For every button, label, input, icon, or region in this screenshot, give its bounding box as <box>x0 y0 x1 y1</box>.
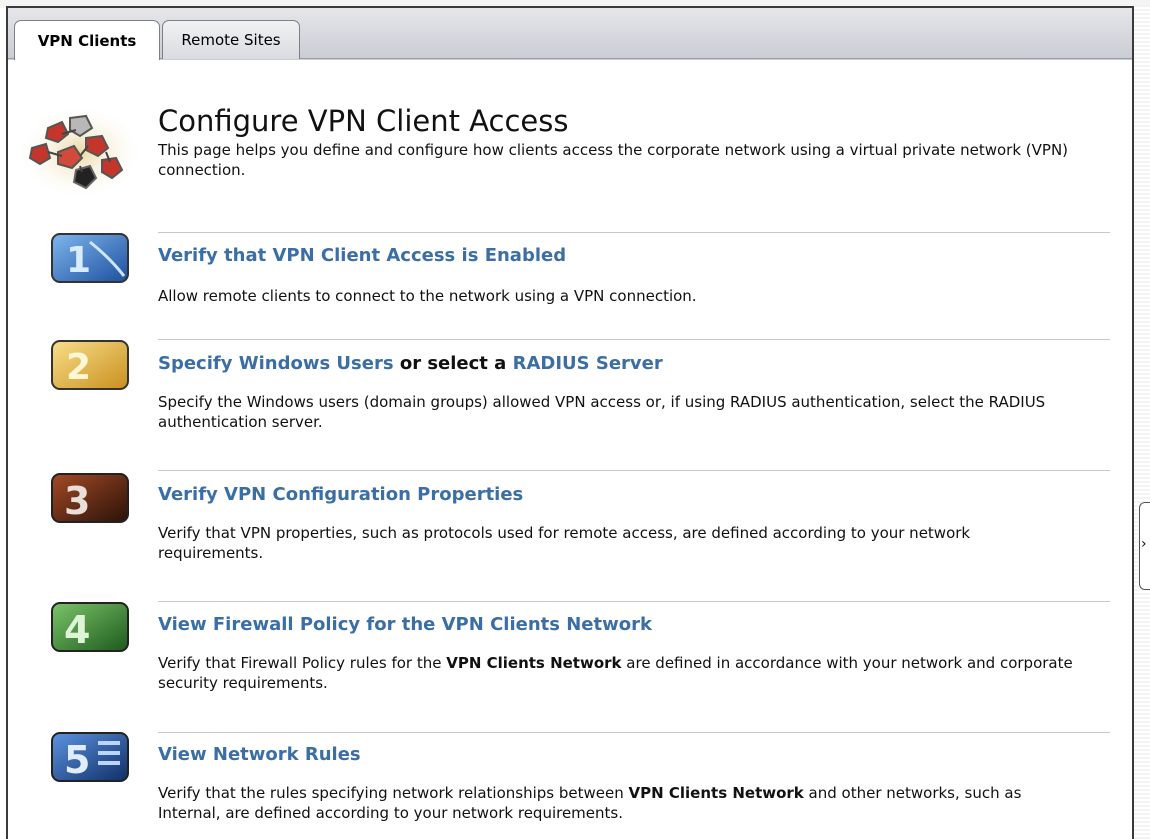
specify-windows-users-link[interactable]: Specify Windows Users <box>158 353 394 374</box>
step-divider <box>158 339 1110 340</box>
side-pane-strip <box>1134 6 1150 839</box>
step-divider <box>158 232 1110 233</box>
step-2-icon: 2 <box>51 340 129 390</box>
step-divider <box>158 470 1110 471</box>
step-1-description: Allow remote clients to connect to the n… <box>158 287 697 305</box>
step-4-description: Verify that Firewall Policy rules for th… <box>158 653 1078 693</box>
step-5-description: Verify that the rules specifying network… <box>158 783 1078 823</box>
step-3-icon: 3 <box>51 473 129 523</box>
network-rules-link[interactable]: View Network Rules <box>158 744 361 765</box>
vpn-configuration-properties-link[interactable]: Verify VPN Configuration Properties <box>158 484 523 505</box>
page-description: This page helps you define and configure… <box>158 141 1069 179</box>
svg-text:1: 1 <box>66 240 91 281</box>
verify-vpn-access-link[interactable]: Verify that VPN Client Access is Enabled <box>158 245 566 266</box>
step-1-icon: 1 <box>51 233 129 283</box>
svg-text:5: 5 <box>64 738 90 782</box>
step-divider <box>158 601 1110 602</box>
step-4-icon: 4 <box>51 602 129 652</box>
step-5-link[interactable]: View Network Rules <box>158 744 361 765</box>
vpn-network-icon <box>20 108 140 196</box>
step-5-desc-text: Verify that the rules specifying network… <box>158 784 629 802</box>
svg-text:3: 3 <box>64 479 90 523</box>
step-4-link[interactable]: View Firewall Policy for the VPN Clients… <box>158 614 652 635</box>
step-1-link[interactable]: Verify that VPN Client Access is Enabled <box>158 245 566 266</box>
page-title: Configure VPN Client Access <box>158 104 569 138</box>
chevron-right-icon: › <box>1141 536 1147 552</box>
firewall-policy-link[interactable]: View Firewall Policy for the VPN Clients… <box>158 614 652 635</box>
tab-remote-sites[interactable]: Remote Sites <box>162 20 300 59</box>
collapse-pane-button[interactable]: › <box>1139 502 1150 590</box>
step-4-desc-text: Verify that Firewall Policy rules for th… <box>158 654 447 672</box>
tab-vpn-clients[interactable]: VPN Clients <box>14 20 160 60</box>
panel-left-border <box>6 6 8 839</box>
step-2-title: Specify Windows Users or select a RADIUS… <box>158 353 663 374</box>
step-5-desc-bold: VPN Clients Network <box>628 784 804 802</box>
step-2-title-connector: or select a <box>393 353 513 374</box>
step-3-description: Verify that VPN properties, such as prot… <box>158 524 971 562</box>
svg-text:4: 4 <box>64 608 90 652</box>
step-4-desc-bold: VPN Clients Network <box>446 654 622 672</box>
step-5-icon: 5 <box>51 732 129 782</box>
radius-server-link[interactable]: RADIUS Server <box>513 353 663 374</box>
step-divider <box>158 732 1110 733</box>
step-2-description: Specify the Windows users (domain groups… <box>158 393 1046 431</box>
step-3-link[interactable]: Verify VPN Configuration Properties <box>158 484 523 505</box>
svg-text:2: 2 <box>66 347 91 388</box>
